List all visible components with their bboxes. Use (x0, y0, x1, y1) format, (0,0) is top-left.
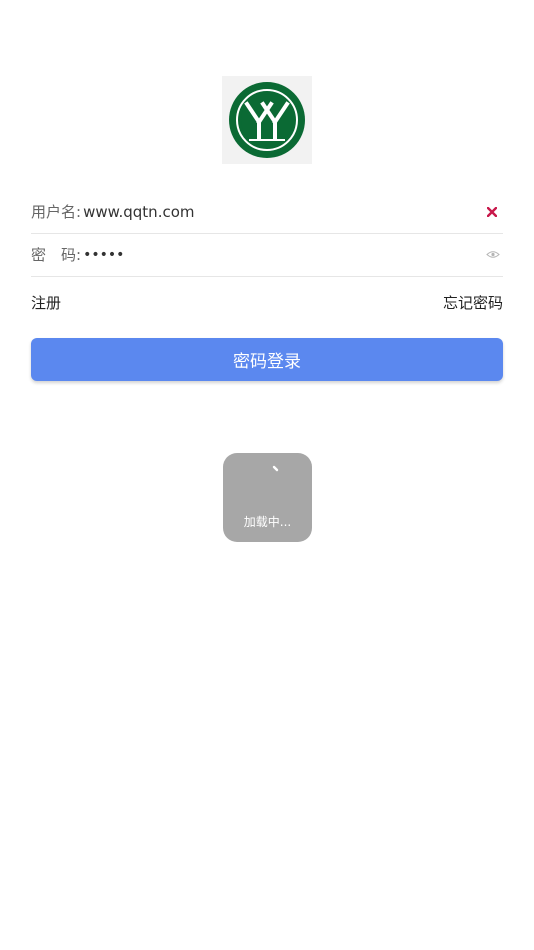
logo (222, 76, 312, 164)
password-login-button[interactable]: 密码登录 (31, 338, 503, 381)
password-input[interactable]: ••••• (81, 247, 484, 263)
forgot-password-link[interactable]: 忘记密码 (443, 292, 503, 313)
register-link[interactable]: 注册 (31, 292, 61, 313)
links-row: 注册 忘记密码 (31, 290, 503, 314)
username-row[interactable]: 用户名: www.qqtn.com (31, 190, 503, 234)
username-input[interactable]: www.qqtn.com (81, 203, 484, 221)
spinner-icon (272, 465, 279, 472)
password-row[interactable]: 密 码: ••••• (31, 233, 503, 277)
username-label: 用户名: (31, 203, 82, 221)
loading-text: 加载中... (243, 515, 292, 529)
eye-icon[interactable] (484, 248, 502, 262)
login-page: 用户名: www.qqtn.com 密 码: ••••• 注册 忘记密码 密码登… (0, 0, 534, 950)
close-icon[interactable] (484, 204, 500, 220)
school-logo-icon (229, 82, 305, 158)
password-label: 密 码: (31, 246, 82, 264)
